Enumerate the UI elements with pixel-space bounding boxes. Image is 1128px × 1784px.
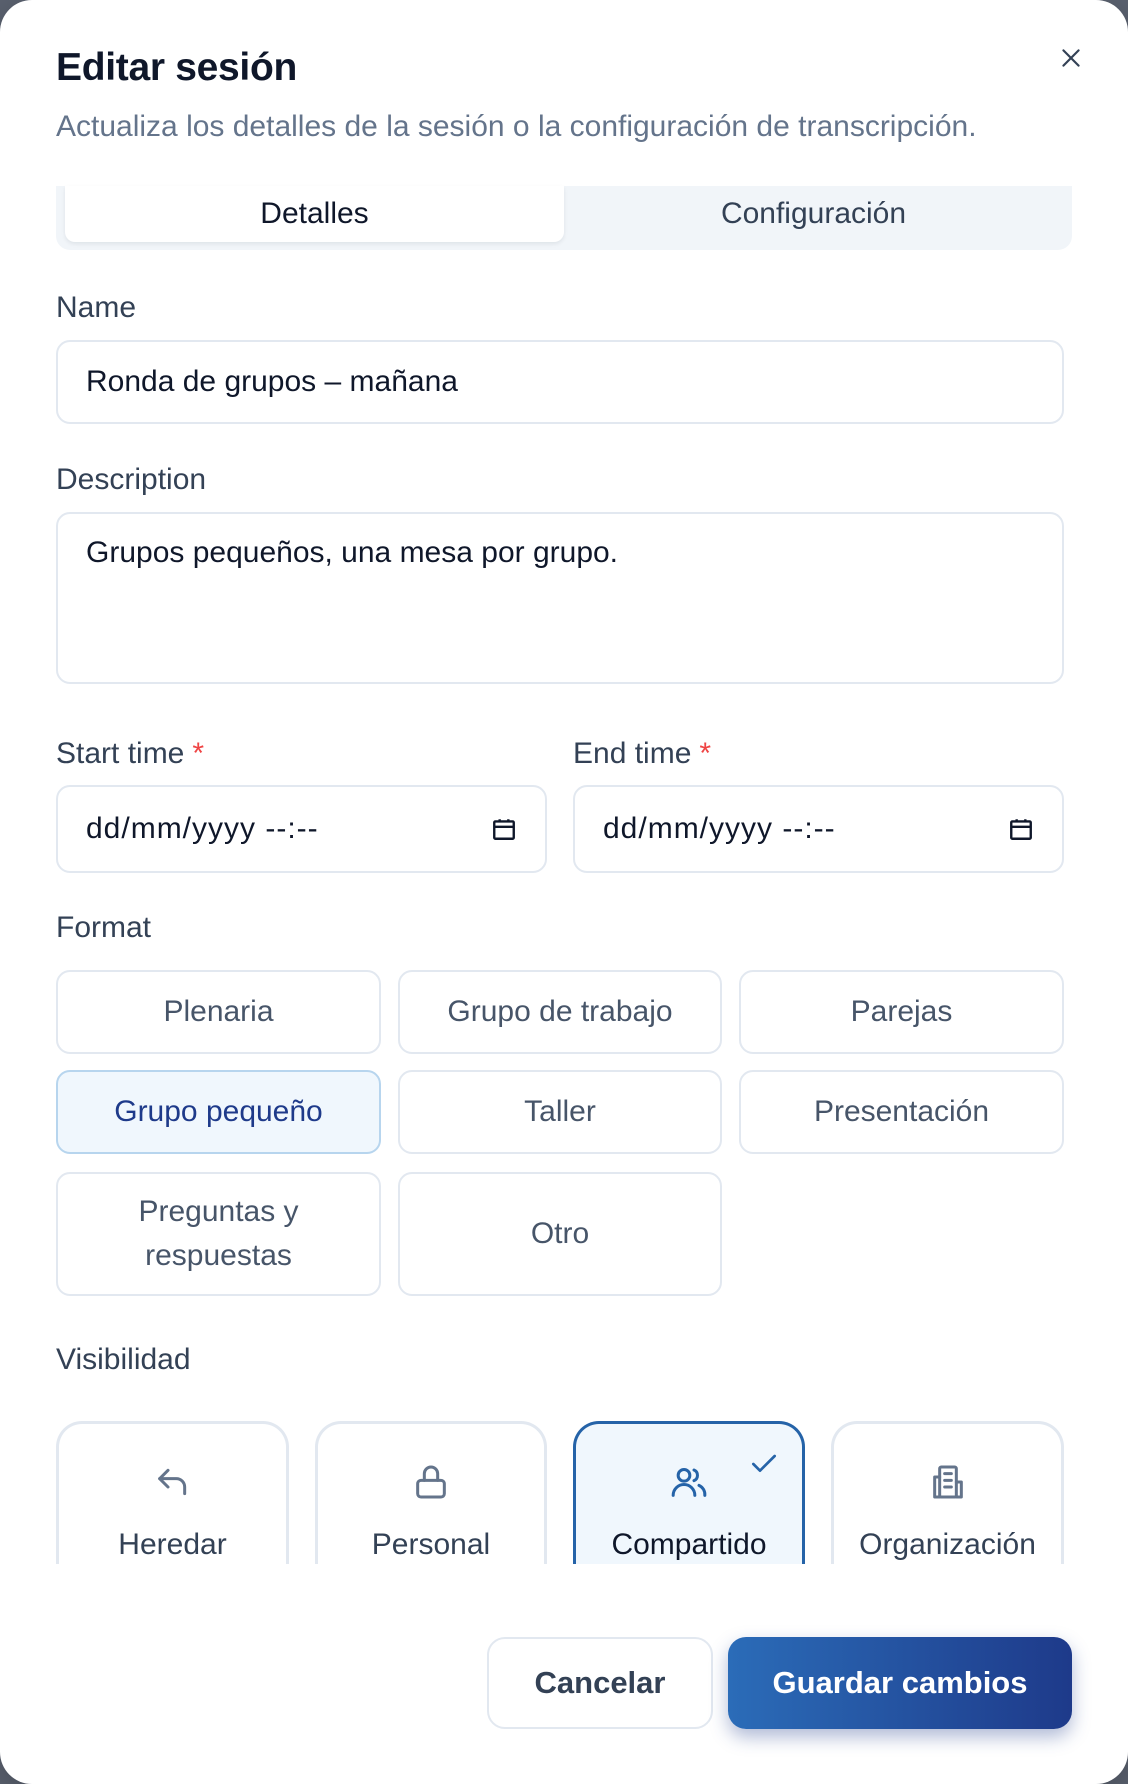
- check-icon: [752, 1454, 776, 1472]
- calendar-icon[interactable]: [491, 816, 517, 842]
- format-option-grupo-pequeno[interactable]: Grupo pequeño: [56, 1070, 381, 1154]
- cancel-button[interactable]: Cancelar: [487, 1637, 713, 1729]
- format-option-otro[interactable]: Otro: [398, 1172, 722, 1296]
- required-marker: *: [192, 737, 205, 770]
- required-marker: *: [699, 737, 712, 770]
- start-time-input[interactable]: dd/mm/yyyy --:--: [56, 785, 547, 873]
- name-input[interactable]: [56, 340, 1064, 424]
- dialog-body[interactable]: Name Description Grupos pequeños, una me…: [0, 270, 1128, 1564]
- format-option-plenaria[interactable]: Plenaria: [56, 970, 381, 1054]
- edit-session-dialog: Editar sesión Actualiza los detalles de …: [0, 0, 1128, 1784]
- start-time-label: Start time *: [56, 737, 205, 770]
- format-option-taller[interactable]: Taller: [398, 1070, 722, 1154]
- building-icon: [932, 1465, 963, 1499]
- visibility-option-organizacion[interactable]: Organización: [831, 1421, 1064, 1564]
- end-time-input[interactable]: dd/mm/yyyy --:--: [573, 785, 1064, 873]
- visibility-option-label: Heredar: [118, 1528, 227, 1561]
- format-option-grupo-de-trabajo[interactable]: Grupo de trabajo: [398, 970, 722, 1054]
- tab-list: Detalles Configuración: [56, 186, 1072, 250]
- dialog-subtitle: Actualiza los detalles de la sesión o la…: [56, 110, 977, 143]
- visibility-option-label: Organización: [859, 1528, 1036, 1561]
- end-time-placeholder: dd/mm/yyyy --:--: [603, 812, 836, 845]
- close-icon: [1062, 49, 1080, 67]
- dialog-title: Editar sesión: [56, 46, 298, 89]
- format-label: Format: [56, 911, 152, 944]
- visibility-label: Visibilidad: [56, 1343, 191, 1376]
- visibility-option-personal[interactable]: Personal: [315, 1421, 547, 1564]
- tab-detalles[interactable]: Detalles: [65, 186, 564, 242]
- visibility-option-heredar[interactable]: Heredar: [56, 1421, 289, 1564]
- format-option-presentacion[interactable]: Presentación: [739, 1070, 1064, 1154]
- undo-arrow-icon: [157, 1468, 186, 1496]
- tab-configuracion[interactable]: Configuración: [564, 186, 1063, 242]
- format-option-preguntas-y-respuestas[interactable]: Preguntas y respuestas: [56, 1172, 381, 1296]
- description-label: Description: [56, 463, 207, 496]
- users-icon: [671, 1468, 707, 1497]
- start-time-placeholder: dd/mm/yyyy --:--: [86, 812, 319, 845]
- format-option-parejas[interactable]: Parejas: [739, 970, 1064, 1054]
- close-button[interactable]: [1053, 40, 1089, 76]
- name-label: Name: [56, 291, 137, 324]
- end-time-label: End time *: [573, 737, 712, 770]
- save-changes-button[interactable]: Guardar cambios: [728, 1637, 1072, 1729]
- calendar-icon[interactable]: [1008, 816, 1034, 842]
- lock-icon: [416, 1465, 446, 1499]
- visibility-option-label: Compartido: [611, 1528, 767, 1561]
- visibility-option-label: Personal: [371, 1528, 491, 1561]
- visibility-option-compartido[interactable]: Compartido: [573, 1421, 805, 1564]
- description-textarea[interactable]: Grupos pequeños, una mesa por grupo.: [56, 512, 1064, 684]
